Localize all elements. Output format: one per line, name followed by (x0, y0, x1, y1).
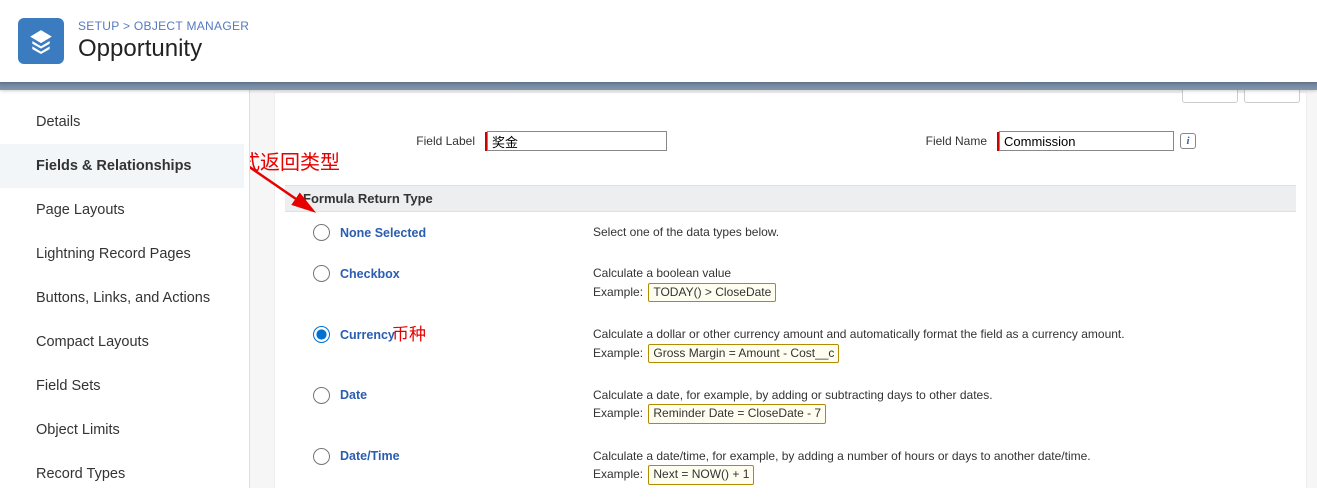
field-label-label: Field Label (285, 134, 485, 148)
return-type-radio[interactable] (313, 448, 330, 465)
return-type-radio[interactable] (313, 224, 330, 241)
field-name-label: Field Name (877, 134, 997, 148)
field-label-input[interactable] (487, 131, 667, 151)
wizard-button-2[interactable] (1244, 90, 1300, 103)
sidebar-item-buttons-links-actions[interactable]: Buttons, Links, and Actions (0, 276, 244, 320)
sidebar[interactable]: Details Fields & Relationships Page Layo… (0, 90, 244, 488)
sidebar-item-details[interactable]: Details (0, 100, 244, 144)
example-code: Gross Margin = Amount - Cost__c (648, 344, 839, 363)
sidebar-item-page-layouts[interactable]: Page Layouts (0, 188, 244, 232)
section-header-formula-return-type: Formula Return Type (285, 185, 1296, 212)
return-type-description: Select one of the data types below. (593, 224, 1296, 241)
sidebar-item-lightning-record-pages[interactable]: Lightning Record Pages (0, 232, 244, 276)
layers-icon (28, 28, 54, 54)
return-type-option-row: Date/Time Calculate a date/time, for exam… (285, 436, 1296, 488)
breadcrumb-setup[interactable]: SETUP (78, 19, 119, 33)
return-type-radio[interactable] (313, 265, 330, 282)
object-manager-icon (18, 18, 64, 64)
return-type-label[interactable]: Checkbox (340, 267, 400, 281)
example-code: Reminder Date = CloseDate - 7 (648, 404, 826, 423)
return-type-option-row: None Selected Select one of the data type… (285, 212, 1296, 253)
sidebar-item-compact-layouts[interactable]: Compact Layouts (0, 320, 244, 364)
setup-header: SETUP > OBJECT MANAGER Opportunity (0, 0, 1317, 82)
example-code: TODAY() > CloseDate (648, 283, 776, 302)
return-type-label[interactable]: Date (340, 388, 367, 402)
header-divider (0, 82, 1317, 90)
return-type-option-row: Currency Calculate a dollar or other curr… (285, 314, 1296, 375)
return-type-label[interactable]: Date/Time (340, 449, 400, 463)
info-icon[interactable]: i (1180, 133, 1196, 149)
sidebar-item-record-types[interactable]: Record Types (0, 452, 244, 488)
breadcrumb-object-manager[interactable]: OBJECT MANAGER (134, 19, 249, 33)
wizard-button-1[interactable] (1182, 90, 1238, 103)
return-type-description: Calculate a date/time, for example, by a… (593, 448, 1296, 485)
return-type-option-row: Checkbox Calculate a boolean valueExample… (285, 253, 1296, 314)
wizard-nav-buttons (1182, 90, 1300, 103)
return-type-description: Calculate a dollar or other currency amo… (593, 326, 1296, 363)
example-code: Next = NOW() + 1 (648, 465, 754, 484)
return-type-option-row: Date Calculate a date, for example, by ad… (285, 375, 1296, 436)
return-type-radio[interactable] (313, 387, 330, 404)
main-content[interactable]: Field Label Field Name i Formula Return … (250, 90, 1317, 488)
return-type-label[interactable]: Currency (340, 328, 395, 342)
sidebar-item-object-limits[interactable]: Object Limits (0, 408, 244, 452)
page-title: Opportunity (78, 34, 249, 64)
sidebar-item-field-sets[interactable]: Field Sets (0, 364, 244, 408)
return-type-description: Calculate a boolean valueExample: TODAY(… (593, 265, 1296, 302)
field-name-input[interactable] (999, 131, 1174, 151)
return-type-label[interactable]: None Selected (340, 226, 426, 240)
return-type-description: Calculate a date, for example, by adding… (593, 387, 1296, 424)
breadcrumb: SETUP > OBJECT MANAGER (78, 19, 249, 34)
sidebar-item-fields-relationships[interactable]: Fields & Relationships (0, 144, 244, 188)
return-type-radio[interactable] (313, 326, 330, 343)
